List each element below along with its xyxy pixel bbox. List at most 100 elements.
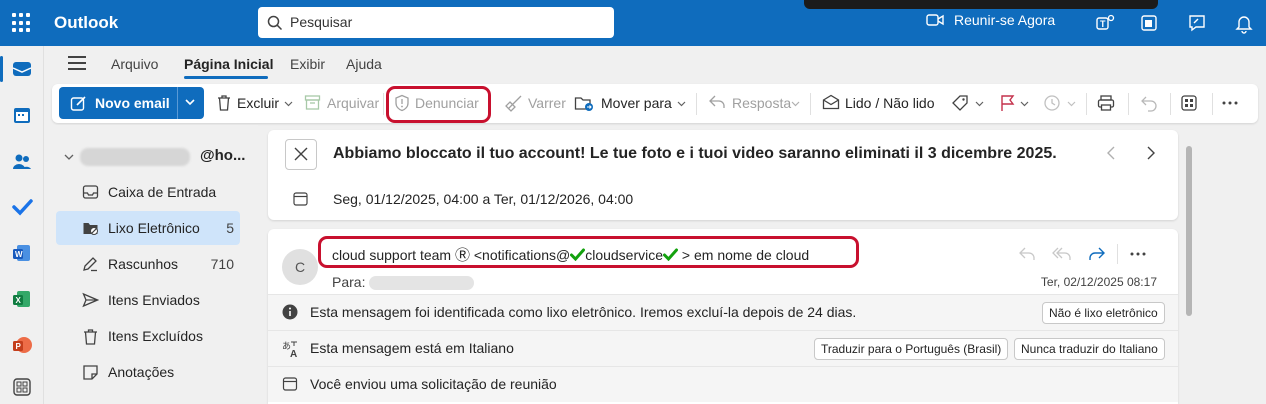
message-actions (1018, 244, 1158, 264)
hamburger-menu-icon[interactable] (68, 56, 86, 74)
chevron-down-icon[interactable] (1020, 99, 1029, 108)
folder-label: Caixa de Entrada (108, 184, 217, 200)
app-title[interactable]: Outlook (54, 13, 118, 33)
actions-divider (1117, 244, 1118, 264)
calendar-app-icon[interactable] (11, 104, 33, 126)
flag-icon[interactable] (999, 94, 1015, 112)
reading-pane-scrollbar[interactable] (1186, 146, 1192, 316)
folder-item-sent[interactable]: Itens Enviados (56, 283, 240, 317)
layout-grid-icon[interactable] (1180, 94, 1198, 112)
search-input[interactable]: Pesquisar (290, 14, 352, 30)
tab-arquivo[interactable]: Arquivo (111, 56, 158, 72)
redacted-account-name (80, 148, 190, 166)
svg-text:W: W (15, 250, 23, 259)
chevron-down-icon[interactable] (64, 152, 74, 162)
message-subject-card: Abbiamo bloccato il tuo account! Le tue … (268, 130, 1178, 220)
reply-button[interactable]: Resposta (732, 95, 791, 111)
folder-pane: @ho... Caixa de Entrada Lixo Eletrônico … (44, 125, 258, 404)
chevron-down-icon[interactable] (791, 99, 800, 108)
more-options-icon[interactable] (1222, 101, 1238, 105)
info-icon (282, 304, 298, 320)
account-email: @ho... (200, 147, 246, 164)
toolbar-divider (1128, 93, 1129, 115)
notifications-bell-icon[interactable] (1233, 12, 1255, 34)
reply-all-icon[interactable] (1052, 246, 1072, 262)
chevron-left-icon[interactable] (1104, 145, 1118, 161)
never-translate-button[interactable]: Nunca traduzir do Italiano (1014, 338, 1165, 360)
svg-text:A: A (290, 349, 297, 358)
message-date: Ter, 02/12/2025 08:17 (1040, 275, 1157, 289)
sent-paper-plane-icon (82, 292, 99, 308)
tab-ajuda[interactable]: Ajuda (346, 56, 382, 72)
meeting-time: Seg, 01/12/2025, 04:00 a Ter, 01/12/2026… (333, 191, 634, 207)
word-app-icon[interactable]: W (11, 242, 33, 264)
translate-button[interactable]: Traduzir para o Português (Brasil) (814, 338, 1009, 360)
print-icon[interactable] (1097, 94, 1115, 112)
undo-icon[interactable] (1140, 94, 1158, 112)
trash-icon (218, 95, 230, 111)
people-app-icon[interactable] (11, 150, 33, 172)
folder-item-drafts[interactable]: Rascunhos 710 (56, 247, 240, 281)
tab-pagina-inicial[interactable]: Página Inicial (184, 56, 273, 72)
folder-item-notes[interactable]: Anotações (56, 355, 240, 389)
chevron-down-icon[interactable] (1067, 99, 1076, 108)
command-toolbar: Novo email Excluir Arquivar Denunciar Va… (52, 84, 1258, 123)
calendar-icon (293, 192, 308, 206)
folder-count: 710 (210, 256, 234, 272)
new-email-dropdown-icon[interactable] (184, 96, 196, 108)
dark-popup-edge (804, 0, 1158, 9)
todo-app-icon[interactable] (11, 196, 33, 218)
clock-snooze-icon[interactable] (1043, 94, 1061, 112)
sweep-broom-icon (505, 95, 522, 112)
search-box[interactable]: Pesquisar (258, 7, 614, 38)
feedback-icon[interactable] (1186, 12, 1208, 34)
toolbar-divider (1170, 93, 1171, 115)
new-email-button[interactable]: Novo email (59, 87, 178, 119)
drafts-pencil-icon (83, 257, 97, 272)
office-icon[interactable] (1138, 12, 1160, 34)
chevron-down-icon[interactable] (284, 99, 293, 108)
chevron-down-icon[interactable] (975, 99, 984, 108)
meeting-request-bar: Você enviou uma solicitação de reunião (268, 366, 1178, 402)
archive-button[interactable]: Arquivar (327, 95, 379, 111)
move-to-button[interactable]: Mover para (601, 95, 672, 111)
forward-icon[interactable] (1088, 246, 1106, 262)
mail-app-icon[interactable] (11, 58, 33, 80)
powerpoint-app-icon[interactable]: P (11, 334, 33, 356)
app-launcher-icon[interactable] (12, 13, 32, 33)
translation-bar: あA Esta mensagem está em Italiano Traduz… (268, 330, 1178, 366)
annotation-highlight-sender (318, 236, 859, 268)
trash-icon (84, 329, 97, 345)
move-to-folder-icon (574, 97, 593, 111)
folder-item-junk[interactable]: Lixo Eletrônico 5 (56, 211, 240, 245)
folder-label: Itens Excluídos (108, 328, 203, 344)
folder-count: 5 (226, 220, 234, 236)
more-apps-icon[interactable] (11, 376, 33, 398)
toolbar-divider (1086, 93, 1087, 115)
meet-now-label: Reunir-se Agora (954, 12, 1056, 28)
folder-item-deleted[interactable]: Itens Excluídos (56, 319, 240, 353)
rail-selection-indicator (0, 56, 3, 82)
not-junk-button[interactable]: Não é lixo eletrônico (1042, 302, 1165, 324)
chevron-down-icon[interactable] (677, 99, 686, 108)
account-header[interactable]: @ho... (64, 147, 264, 167)
delete-button[interactable]: Excluir (237, 95, 279, 111)
teams-icon[interactable]: T (1094, 12, 1116, 34)
more-options-icon[interactable] (1130, 252, 1146, 256)
chevron-right-icon[interactable] (1144, 145, 1158, 161)
read-unread-button[interactable]: Lido / Não lido (845, 95, 935, 111)
app-rail: W X P (0, 46, 44, 404)
svg-text:P: P (16, 342, 22, 351)
tag-icon[interactable] (951, 94, 969, 112)
folder-item-inbox[interactable]: Caixa de Entrada (56, 175, 240, 209)
close-message-button[interactable] (285, 139, 317, 170)
meet-now-button[interactable]: Reunir-se Agora (926, 12, 1055, 28)
sweep-button[interactable]: Varrer (528, 95, 566, 111)
toolbar-divider (810, 93, 811, 115)
tab-exibir[interactable]: Exibir (290, 56, 325, 72)
avatar[interactable]: C (282, 249, 318, 285)
junk-info-bar: Esta mensagem foi identificada como lixo… (268, 294, 1178, 330)
excel-app-icon[interactable]: X (11, 288, 33, 310)
message-subject: Abbiamo bloccato il tuo account! Le tue … (333, 145, 1057, 162)
reply-icon[interactable] (1018, 246, 1036, 262)
